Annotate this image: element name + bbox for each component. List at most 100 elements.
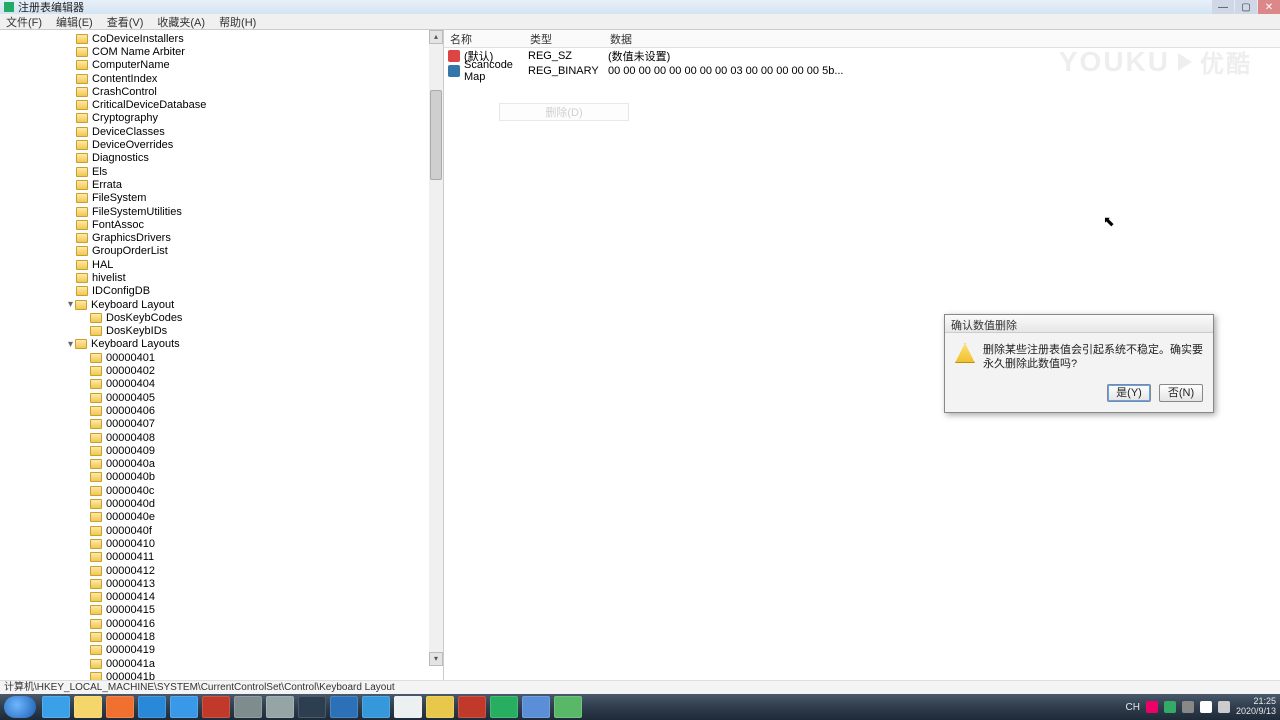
tree-item[interactable]: 00000413 <box>0 577 429 590</box>
tree-item[interactable]: ▾Keyboard Layout <box>0 298 429 311</box>
tray-volume-icon[interactable] <box>1218 701 1230 713</box>
tree-item[interactable]: Errata <box>0 178 429 191</box>
tree-item[interactable]: CoDeviceInstallers <box>0 32 429 45</box>
menu-help[interactable]: 帮助(H) <box>219 14 256 30</box>
tree-item[interactable]: 00000401 <box>0 351 429 364</box>
tree-item[interactable]: 0000040e <box>0 511 429 524</box>
menu-favorites[interactable]: 收藏夹(A) <box>157 14 205 30</box>
tree-item[interactable]: 00000402 <box>0 364 429 377</box>
taskbar-app-chrome[interactable] <box>426 696 454 718</box>
maximize-button[interactable]: ▢ <box>1235 0 1257 14</box>
menu-bar: 文件(F) 编辑(E) 查看(V) 收藏夹(A) 帮助(H) <box>0 14 1280 30</box>
tree-item[interactable]: 00000418 <box>0 630 429 643</box>
tree-scrollbar[interactable]: ▴ ▾ <box>429 30 443 666</box>
tree-item[interactable]: 00000407 <box>0 418 429 431</box>
taskbar-app-app4[interactable] <box>234 696 262 718</box>
tree-item[interactable]: DosKeybCodes <box>0 311 429 324</box>
tray-icon[interactable] <box>1182 701 1194 713</box>
tree-item[interactable]: 00000405 <box>0 391 429 404</box>
tree-item[interactable]: DeviceOverrides <box>0 138 429 151</box>
tree-item[interactable]: HAL <box>0 258 429 271</box>
scroll-down-button[interactable]: ▾ <box>429 652 443 666</box>
tree-item[interactable]: 00000410 <box>0 537 429 550</box>
tree-item[interactable]: 00000404 <box>0 378 429 391</box>
tree-item-label: Els <box>92 166 107 178</box>
taskbar-app-app12[interactable] <box>522 696 550 718</box>
scroll-thumb[interactable] <box>430 90 442 180</box>
scroll-up-button[interactable]: ▴ <box>429 30 443 44</box>
dialog-no-button[interactable]: 否(N) <box>1159 384 1203 402</box>
tree-item[interactable]: 00000408 <box>0 431 429 444</box>
tree-item[interactable]: DosKeybIDs <box>0 325 429 338</box>
taskbar-app-app5[interactable] <box>266 696 294 718</box>
header-name[interactable]: 名称 <box>444 31 524 47</box>
menu-file[interactable]: 文件(F) <box>6 14 42 30</box>
collapse-icon[interactable]: ▾ <box>66 339 75 350</box>
tree-item[interactable]: 00000409 <box>0 444 429 457</box>
tree-item[interactable]: COM Name Arbiter <box>0 45 429 58</box>
taskbar-app-app9[interactable] <box>394 696 422 718</box>
tree-item[interactable]: 00000414 <box>0 590 429 603</box>
tree-item[interactable]: 0000040d <box>0 497 429 510</box>
header-type[interactable]: 类型 <box>524 31 604 47</box>
tree-item[interactable]: GraphicsDrivers <box>0 231 429 244</box>
folder-icon <box>76 233 88 243</box>
tree-item[interactable]: hivelist <box>0 271 429 284</box>
minimize-button[interactable]: — <box>1212 0 1234 14</box>
tray-icon[interactable] <box>1146 701 1158 713</box>
tree-item[interactable]: ▾Keyboard Layouts <box>0 338 429 351</box>
tree-item[interactable]: FileSystem <box>0 192 429 205</box>
taskbar-app-app10[interactable] <box>458 696 486 718</box>
tree-item[interactable]: GroupOrderList <box>0 245 429 258</box>
tree-item[interactable]: ContentIndex <box>0 72 429 85</box>
taskbar-app-ie[interactable] <box>42 696 70 718</box>
tree-item[interactable]: FontAssoc <box>0 218 429 231</box>
taskbar-app-wmp[interactable] <box>106 696 134 718</box>
registry-tree[interactable]: CoDeviceInstallersCOM Name ArbiterComput… <box>0 30 429 680</box>
tree-item[interactable]: 0000040b <box>0 471 429 484</box>
tree-item[interactable]: FileSystemUtilities <box>0 205 429 218</box>
taskbar-app-app11[interactable] <box>490 696 518 718</box>
close-button[interactable]: ✕ <box>1258 0 1280 14</box>
tree-item[interactable]: 00000406 <box>0 404 429 417</box>
folder-icon <box>90 552 102 562</box>
tree-item[interactable]: CrashControl <box>0 85 429 98</box>
taskbar-app-app8[interactable] <box>362 696 390 718</box>
tree-item[interactable]: 00000411 <box>0 551 429 564</box>
tree-item-label: Cryptography <box>92 112 158 124</box>
tree-item[interactable]: 00000419 <box>0 644 429 657</box>
tree-item[interactable]: Els <box>0 165 429 178</box>
tree-item[interactable]: Cryptography <box>0 112 429 125</box>
tray-lang[interactable]: CH <box>1126 702 1140 713</box>
tree-item[interactable]: 00000415 <box>0 604 429 617</box>
tree-item[interactable]: CriticalDeviceDatabase <box>0 98 429 111</box>
taskbar-app-explorer[interactable] <box>74 696 102 718</box>
taskbar-app-app6[interactable] <box>298 696 326 718</box>
tree-item[interactable]: IDConfigDB <box>0 285 429 298</box>
tree-item[interactable]: 0000041a <box>0 657 429 670</box>
tree-item[interactable]: 00000412 <box>0 564 429 577</box>
tray-icon[interactable] <box>1164 701 1176 713</box>
menu-view[interactable]: 查看(V) <box>107 14 144 30</box>
tree-item[interactable]: 00000416 <box>0 617 429 630</box>
tree-item[interactable]: 0000040a <box>0 458 429 471</box>
tree-item[interactable]: DeviceClasses <box>0 125 429 138</box>
taskbar-app-app3[interactable] <box>202 696 230 718</box>
taskbar-app-app2[interactable] <box>170 696 198 718</box>
tree-item[interactable]: 0000040f <box>0 524 429 537</box>
taskbar-app-app1[interactable] <box>138 696 166 718</box>
tree-item[interactable]: ComputerName <box>0 59 429 72</box>
tree-item[interactable]: 0000040c <box>0 484 429 497</box>
menu-edit[interactable]: 编辑(E) <box>56 14 93 30</box>
tree-item-label: HAL <box>92 259 113 271</box>
start-button[interactable] <box>4 696 36 718</box>
tree-item[interactable]: 0000041b <box>0 670 429 680</box>
dialog-yes-button[interactable]: 是(Y) <box>1107 384 1151 402</box>
tray-network-icon[interactable] <box>1200 701 1212 713</box>
tray-clock[interactable]: 21:25 2020/9/13 <box>1236 697 1276 717</box>
collapse-icon[interactable]: ▾ <box>66 299 75 310</box>
context-menu-ghost: 删除(D) <box>499 103 629 121</box>
taskbar-app-app7[interactable] <box>330 696 358 718</box>
taskbar-app-regedit[interactable] <box>554 696 582 718</box>
tree-item[interactable]: Diagnostics <box>0 152 429 165</box>
